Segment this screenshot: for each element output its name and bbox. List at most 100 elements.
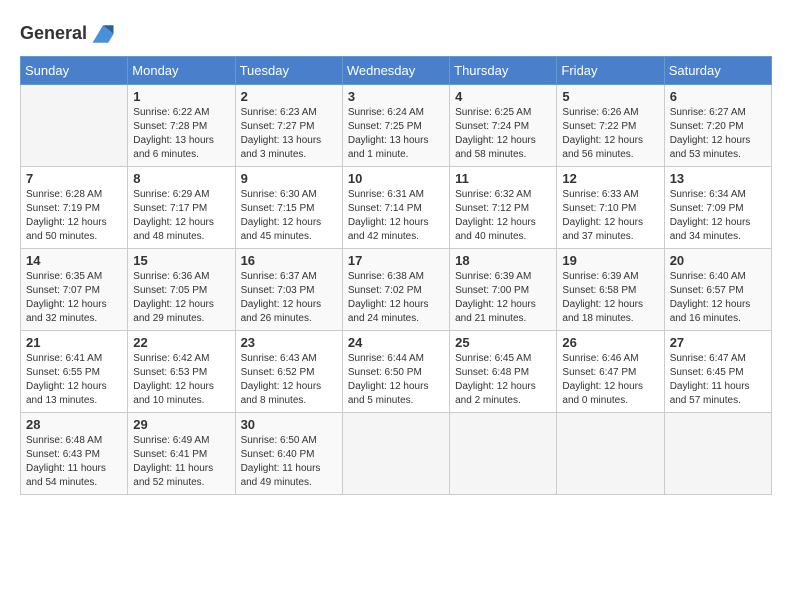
day-info: Sunrise: 6:38 AMSunset: 7:02 PMDaylight:… xyxy=(348,270,444,326)
day-info: Sunrise: 6:25 AMSunset: 7:24 PMDaylight:… xyxy=(455,106,551,162)
day-cell: 28 Sunrise: 6:48 AMSunset: 6:43 PMDayligh… xyxy=(21,413,128,495)
day-number: 13 xyxy=(670,171,766,186)
day-info: Sunrise: 6:41 AMSunset: 6:55 PMDaylight:… xyxy=(26,352,122,408)
day-info: Sunrise: 6:27 AMSunset: 7:20 PMDaylight:… xyxy=(670,106,766,162)
day-cell xyxy=(557,413,664,495)
day-cell xyxy=(664,413,771,495)
day-cell: 14 Sunrise: 6:35 AMSunset: 7:07 PMDayligh… xyxy=(21,249,128,331)
header-row: General xyxy=(20,16,772,48)
day-info: Sunrise: 6:44 AMSunset: 6:50 PMDaylight:… xyxy=(348,352,444,408)
day-cell xyxy=(21,85,128,167)
day-cell: 12 Sunrise: 6:33 AMSunset: 7:10 PMDayligh… xyxy=(557,167,664,249)
day-info: Sunrise: 6:28 AMSunset: 7:19 PMDaylight:… xyxy=(26,188,122,244)
day-number: 14 xyxy=(26,253,122,268)
day-cell: 11Sunrise: 6:32 AMSunset: 7:12 PMDayligh… xyxy=(450,167,557,249)
day-number: 7 xyxy=(26,171,122,186)
day-number: 8 xyxy=(133,171,229,186)
day-cell: 5 Sunrise: 6:26 AMSunset: 7:22 PMDaylight… xyxy=(557,85,664,167)
day-cell: 9 Sunrise: 6:30 AMSunset: 7:15 PMDaylight… xyxy=(235,167,342,249)
day-info: Sunrise: 6:39 AMSunset: 7:00 PMDaylight:… xyxy=(455,270,551,326)
day-cell: 4 Sunrise: 6:25 AMSunset: 7:24 PMDaylight… xyxy=(450,85,557,167)
day-header-sunday: Sunday xyxy=(21,57,128,85)
day-number: 9 xyxy=(241,171,337,186)
day-info: Sunrise: 6:35 AMSunset: 7:07 PMDaylight:… xyxy=(26,270,122,326)
logo-icon xyxy=(89,20,117,48)
day-number: 21 xyxy=(26,335,122,350)
day-cell: 24 Sunrise: 6:44 AMSunset: 6:50 PMDayligh… xyxy=(342,331,449,413)
day-cell: 15Sunrise: 6:36 AMSunset: 7:05 PMDayligh… xyxy=(128,249,235,331)
day-cell xyxy=(342,413,449,495)
day-info: Sunrise: 6:39 AMSunset: 6:58 PMDaylight:… xyxy=(562,270,658,326)
day-number: 25 xyxy=(455,335,551,350)
day-cell: 1 Sunrise: 6:22 AMSunset: 7:28 PMDaylight… xyxy=(128,85,235,167)
day-info: Sunrise: 6:22 AMSunset: 7:28 PMDaylight:… xyxy=(133,106,229,162)
day-number: 10 xyxy=(348,171,444,186)
day-number: 30 xyxy=(241,417,337,432)
day-cell: 10Sunrise: 6:31 AMSunset: 7:14 PMDayligh… xyxy=(342,167,449,249)
day-info: Sunrise: 6:40 AMSunset: 6:57 PMDaylight:… xyxy=(670,270,766,326)
day-cell: 3 Sunrise: 6:24 AMSunset: 7:25 PMDaylight… xyxy=(342,85,449,167)
day-header-thursday: Thursday xyxy=(450,57,557,85)
day-number: 28 xyxy=(26,417,122,432)
day-cell: 22 Sunrise: 6:42 AMSunset: 6:53 PMDayligh… xyxy=(128,331,235,413)
day-info: Sunrise: 6:49 AMSunset: 6:41 PMDaylight:… xyxy=(133,434,229,490)
day-cell: 6Sunrise: 6:27 AMSunset: 7:20 PMDaylight… xyxy=(664,85,771,167)
day-number: 12 xyxy=(562,171,658,186)
main-container: General SundayMondayTuesdayWednesdayThur… xyxy=(0,0,792,505)
day-info: Sunrise: 6:47 AMSunset: 6:45 PMDaylight:… xyxy=(670,352,766,408)
day-cell: 13Sunrise: 6:34 AMSunset: 7:09 PMDayligh… xyxy=(664,167,771,249)
day-number: 1 xyxy=(133,89,229,104)
week-row-2: 7 Sunrise: 6:28 AMSunset: 7:19 PMDaylight… xyxy=(21,167,772,249)
day-cell: 23 Sunrise: 6:43 AMSunset: 6:52 PMDayligh… xyxy=(235,331,342,413)
day-number: 23 xyxy=(241,335,337,350)
day-number: 4 xyxy=(455,89,551,104)
day-info: Sunrise: 6:46 AMSunset: 6:47 PMDaylight:… xyxy=(562,352,658,408)
day-number: 22 xyxy=(133,335,229,350)
day-header-friday: Friday xyxy=(557,57,664,85)
day-cell: 29Sunrise: 6:49 AMSunset: 6:41 PMDayligh… xyxy=(128,413,235,495)
day-info: Sunrise: 6:43 AMSunset: 6:52 PMDaylight:… xyxy=(241,352,337,408)
logo: General xyxy=(20,20,117,48)
calendar-table: SundayMondayTuesdayWednesdayThursdayFrid… xyxy=(20,56,772,495)
day-cell: 8Sunrise: 6:29 AMSunset: 7:17 PMDaylight… xyxy=(128,167,235,249)
day-header-saturday: Saturday xyxy=(664,57,771,85)
day-info: Sunrise: 6:42 AMSunset: 6:53 PMDaylight:… xyxy=(133,352,229,408)
day-cell: 18 Sunrise: 6:39 AMSunset: 7:00 PMDayligh… xyxy=(450,249,557,331)
day-header-monday: Monday xyxy=(128,57,235,85)
day-cell: 25Sunrise: 6:45 AMSunset: 6:48 PMDayligh… xyxy=(450,331,557,413)
logo-text: General xyxy=(20,24,87,44)
day-info: Sunrise: 6:50 AMSunset: 6:40 PMDaylight:… xyxy=(241,434,337,490)
day-number: 2 xyxy=(241,89,337,104)
day-number: 17 xyxy=(348,253,444,268)
day-number: 5 xyxy=(562,89,658,104)
day-number: 11 xyxy=(455,171,551,186)
day-cell: 19 Sunrise: 6:39 AMSunset: 6:58 PMDayligh… xyxy=(557,249,664,331)
day-number: 16 xyxy=(241,253,337,268)
day-info: Sunrise: 6:23 AMSunset: 7:27 PMDaylight:… xyxy=(241,106,337,162)
day-number: 18 xyxy=(455,253,551,268)
header-row-days: SundayMondayTuesdayWednesdayThursdayFrid… xyxy=(21,57,772,85)
day-cell: 17 Sunrise: 6:38 AMSunset: 7:02 PMDayligh… xyxy=(342,249,449,331)
day-cell: 30 Sunrise: 6:50 AMSunset: 6:40 PMDayligh… xyxy=(235,413,342,495)
day-header-tuesday: Tuesday xyxy=(235,57,342,85)
week-row-3: 14 Sunrise: 6:35 AMSunset: 7:07 PMDayligh… xyxy=(21,249,772,331)
day-number: 24 xyxy=(348,335,444,350)
day-info: Sunrise: 6:48 AMSunset: 6:43 PMDaylight:… xyxy=(26,434,122,490)
day-number: 3 xyxy=(348,89,444,104)
calendar-header: SundayMondayTuesdayWednesdayThursdayFrid… xyxy=(21,57,772,85)
day-cell: 7 Sunrise: 6:28 AMSunset: 7:19 PMDaylight… xyxy=(21,167,128,249)
day-info: Sunrise: 6:24 AMSunset: 7:25 PMDaylight:… xyxy=(348,106,444,162)
day-cell: 26Sunrise: 6:46 AMSunset: 6:47 PMDayligh… xyxy=(557,331,664,413)
day-info: Sunrise: 6:33 AMSunset: 7:10 PMDaylight:… xyxy=(562,188,658,244)
week-row-5: 28 Sunrise: 6:48 AMSunset: 6:43 PMDayligh… xyxy=(21,413,772,495)
day-number: 19 xyxy=(562,253,658,268)
day-number: 15 xyxy=(133,253,229,268)
calendar-body: 1 Sunrise: 6:22 AMSunset: 7:28 PMDaylight… xyxy=(21,85,772,495)
day-cell: 16Sunrise: 6:37 AMSunset: 7:03 PMDayligh… xyxy=(235,249,342,331)
week-row-1: 1 Sunrise: 6:22 AMSunset: 7:28 PMDaylight… xyxy=(21,85,772,167)
day-cell xyxy=(450,413,557,495)
day-info: Sunrise: 6:26 AMSunset: 7:22 PMDaylight:… xyxy=(562,106,658,162)
day-number: 20 xyxy=(670,253,766,268)
day-header-wednesday: Wednesday xyxy=(342,57,449,85)
day-info: Sunrise: 6:30 AMSunset: 7:15 PMDaylight:… xyxy=(241,188,337,244)
